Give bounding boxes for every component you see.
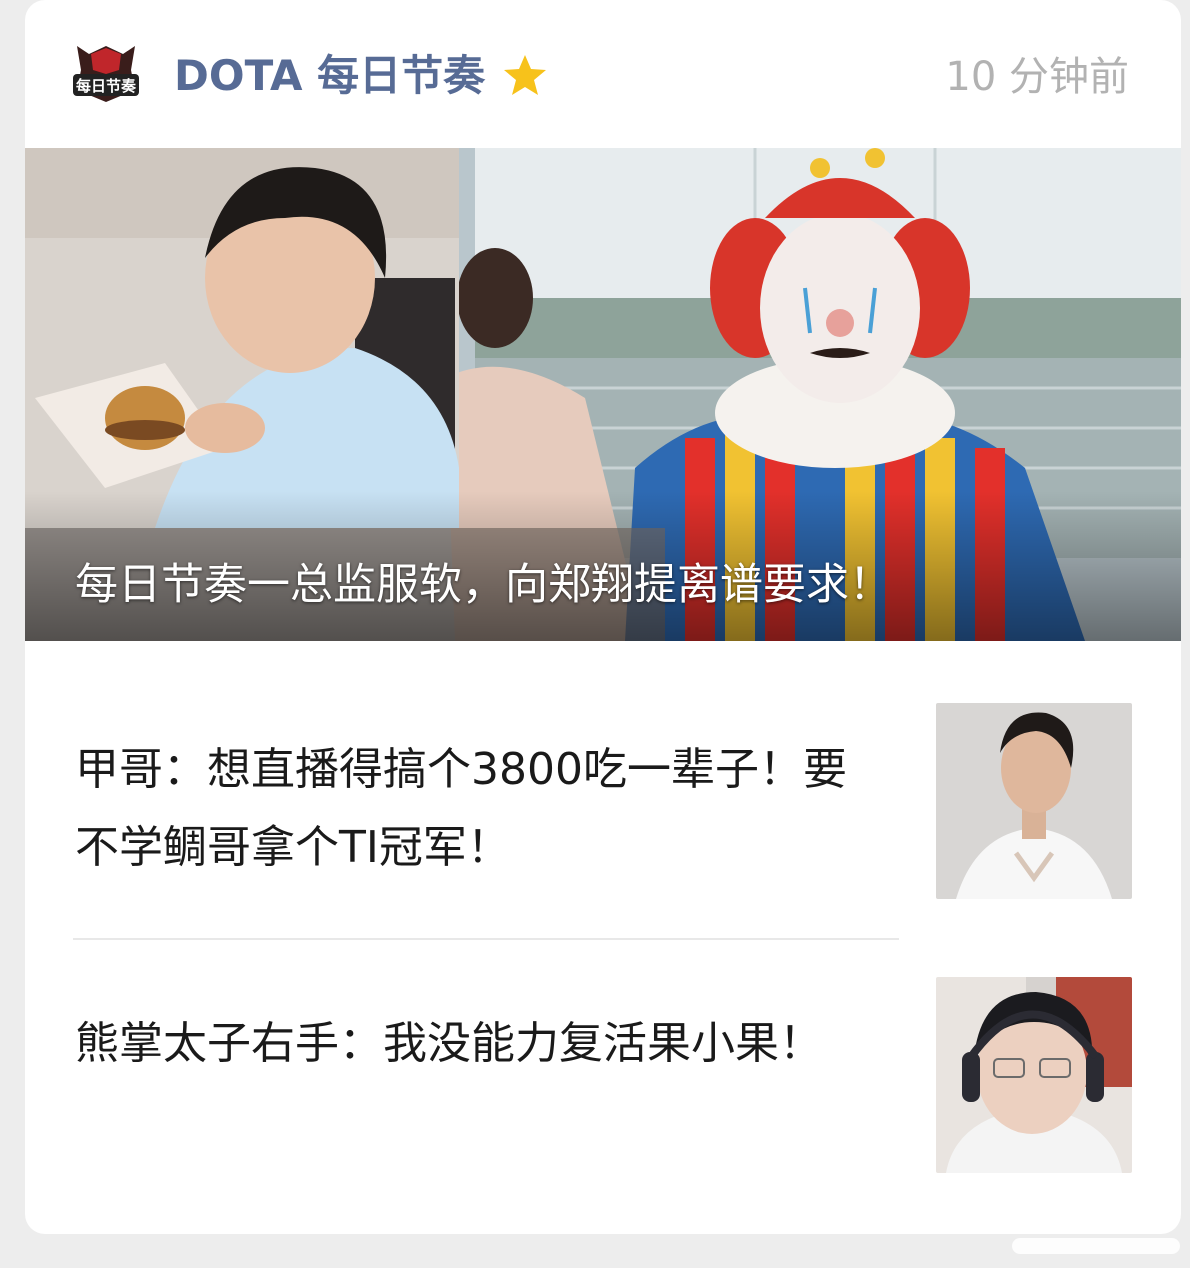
article-thumbnail[interactable] [936, 977, 1132, 1173]
article-title[interactable]: 熊掌太子右手：我没能力复活果小果！ [75, 1005, 875, 1083]
card-header: 每日节奏 DOTA 每日节奏 10 分钟前 [25, 0, 1181, 148]
list-item[interactable]: 熊掌太子右手：我没能力复活果小果！ [25, 977, 1181, 1173]
hero-title[interactable]: 每日节奏一总监服软，向郑翔提离谱要求！ [75, 555, 892, 615]
account-name[interactable]: DOTA 每日节奏 [174, 48, 485, 104]
star-icon [502, 52, 548, 98]
hero-article[interactable]: 每日节奏一总监服软，向郑翔提离谱要求！ [25, 148, 1181, 641]
logo-text: 每日节奏 [76, 77, 137, 95]
article-thumbnail[interactable] [936, 703, 1132, 899]
publish-time: 10 分钟前 [945, 54, 1129, 100]
list-divider [73, 938, 899, 940]
list-item[interactable]: 甲哥：想直播得搞个3800吃一辈子！要不学鲷哥拿个TI冠军！ [25, 703, 1181, 903]
article-title[interactable]: 甲哥：想直播得搞个3800吃一辈子！要不学鲷哥拿个TI冠军！ [75, 731, 875, 887]
account-logo[interactable]: 每日节奏 [69, 40, 143, 108]
article-card: 每日节奏 DOTA 每日节奏 10 分钟前 每日节奏一总监服软，向郑翔提离谱要求… [25, 0, 1181, 1234]
watermark [1012, 1236, 1180, 1256]
